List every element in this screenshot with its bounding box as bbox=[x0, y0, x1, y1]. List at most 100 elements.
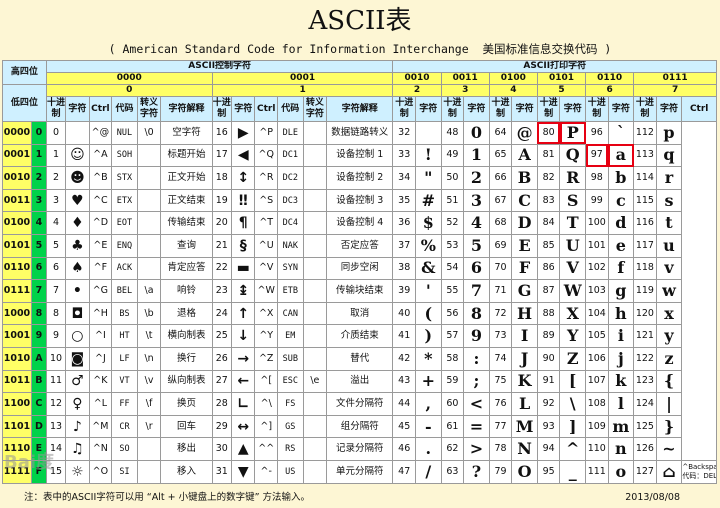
code-cell: RS bbox=[276, 437, 304, 461]
ctrl-key-cell: ^I bbox=[88, 324, 113, 348]
high-nibble-hex: 3 bbox=[440, 84, 490, 97]
decimal-cell: 12 bbox=[45, 392, 67, 416]
char-cell: g bbox=[607, 279, 635, 303]
char-cell: M bbox=[511, 414, 538, 439]
description-cell: 介质结束 bbox=[326, 324, 394, 348]
description-cell: 替代 bbox=[326, 346, 394, 371]
decimal-cell: 31 bbox=[211, 459, 232, 484]
table-row: 0111 7 7 • ^G BEL \a 响铃 23 ↨ ^W ETB 传输块结束 39 ' 55 7 71 G 87… bbox=[2, 279, 717, 303]
description-cell: 文件分隔符 bbox=[326, 392, 394, 416]
column-header-char: 字符 bbox=[463, 96, 490, 122]
table-row: 1101 D 13 ♪ ^M CR \r 回车 29 ↔ ^] GS 组分隔符 45-61 = 77 M 93] 1… bbox=[2, 414, 717, 439]
escape-cell bbox=[302, 121, 328, 145]
code-cell: DC3 bbox=[276, 188, 304, 213]
char-cell: * bbox=[414, 346, 442, 371]
escape-cell bbox=[302, 166, 328, 190]
decimal-cell: 91 bbox=[536, 369, 561, 394]
char-cell: J bbox=[511, 346, 538, 371]
ctrl-key-cell: ^J bbox=[88, 346, 113, 371]
char-cell: Z bbox=[559, 346, 587, 371]
char-cell: B bbox=[511, 166, 538, 190]
column-header-char: 字符 bbox=[655, 96, 683, 122]
char-cell: p bbox=[655, 121, 683, 145]
decimal-cell: 41 bbox=[392, 324, 416, 348]
decimal-cell: 98 bbox=[585, 166, 609, 190]
char-cell: + bbox=[414, 369, 442, 394]
char-cell: → bbox=[230, 346, 256, 371]
description-cell: 设备控制 2 bbox=[326, 166, 394, 190]
char-cell: T bbox=[559, 211, 587, 235]
column-header-decimal: 十进制 bbox=[211, 96, 232, 122]
code-cell: SI bbox=[111, 459, 138, 484]
escape-cell bbox=[302, 256, 328, 281]
char-cell: 7 bbox=[463, 279, 490, 303]
control-chars-header: ASCII控制字符 bbox=[45, 60, 394, 73]
table-row: 0000 0 0 ^@ NUL \0 空字符 16 ▶ ^P DLE 数据链路转义 32 48 0 64 @80… bbox=[2, 121, 717, 461]
char-cell: c bbox=[607, 188, 635, 213]
code-cell: HT bbox=[111, 324, 138, 348]
low-nibble-hex: 9 bbox=[30, 324, 47, 348]
char-cell: w bbox=[655, 279, 683, 303]
decimal-cell: 96 bbox=[585, 121, 609, 145]
decimal-cell: 44 bbox=[392, 392, 416, 416]
char-cell: ⌂ bbox=[655, 459, 683, 484]
char-cell: 6 bbox=[463, 256, 490, 281]
escape-cell bbox=[302, 346, 328, 371]
decimal-cell: 50 bbox=[440, 166, 465, 190]
code-cell: LF bbox=[111, 346, 138, 371]
low-nibble-binary: 0101 bbox=[2, 233, 32, 258]
decimal-cell: 122 bbox=[633, 346, 657, 371]
char-cell: 5 bbox=[463, 233, 490, 258]
decimal-cell: 19 bbox=[211, 188, 232, 213]
code-cell: GS bbox=[276, 414, 304, 439]
char-cell: ! bbox=[414, 143, 442, 168]
low-nibble-binary: 1010 bbox=[2, 346, 32, 371]
char-cell: ♪ bbox=[65, 414, 90, 439]
ctrl-key-cell: ^C bbox=[88, 188, 113, 213]
code-cell: SOH bbox=[111, 143, 138, 168]
char-cell: x bbox=[655, 301, 683, 326]
char-cell: ♠ bbox=[65, 256, 90, 281]
low-nibble-hex: 0 bbox=[30, 121, 47, 145]
ctrl-key-cell: ^A bbox=[88, 143, 113, 168]
decimal-cell: 97 bbox=[585, 143, 609, 168]
decimal-cell: 24 bbox=[211, 301, 232, 326]
high-nibble-binary: 0100 bbox=[488, 72, 538, 85]
ctrl-key-cell: ^P bbox=[254, 121, 278, 145]
decimal-cell: 36 bbox=[392, 211, 416, 235]
description-cell: 回车 bbox=[160, 414, 213, 439]
escape-cell bbox=[302, 188, 328, 213]
description-cell: 溢出 bbox=[326, 369, 394, 394]
description-cell: 退格 bbox=[160, 301, 213, 326]
char-cell: S bbox=[559, 188, 587, 213]
code-cell: FF bbox=[111, 392, 138, 416]
description-cell: 查询 bbox=[160, 233, 213, 258]
table-row: 0110 6 6 ♠ ^F ACK 肯定应答 22 ▬ ^V SYN 同步空闲 38 & 54 6 70 F 86 V… bbox=[2, 256, 717, 281]
table-row: 1000 8 8 ◘ ^H BS \b 退格 24 ↑ ^X CAN 取消 40(56 8 72 H 88 X 104… bbox=[2, 301, 717, 326]
column-header-decimal: 十进制 bbox=[536, 96, 561, 122]
description-cell: 换页 bbox=[160, 392, 213, 416]
corner-top-label: 高四位 bbox=[2, 60, 47, 85]
code-cell: ETB bbox=[276, 279, 304, 303]
decimal-cell: 71 bbox=[488, 279, 513, 303]
escape-cell bbox=[302, 392, 328, 416]
ctrl-key-cell: ^M bbox=[88, 414, 113, 439]
char-cell: b bbox=[607, 166, 635, 190]
char-cell: 8 bbox=[463, 301, 490, 326]
code-cell: STX bbox=[111, 166, 138, 190]
char-cell: m bbox=[607, 414, 635, 439]
decimal-cell: 61 bbox=[440, 414, 465, 439]
char-cell: L bbox=[511, 392, 538, 416]
decimal-cell: 99 bbox=[585, 188, 609, 213]
char-cell: _ bbox=[559, 459, 587, 484]
low-nibble-hex: 4 bbox=[30, 211, 47, 235]
escape-cell bbox=[136, 256, 162, 281]
char-cell: v bbox=[655, 256, 683, 281]
char-cell: § bbox=[230, 233, 256, 258]
escape-cell bbox=[302, 211, 328, 235]
decimal-cell: 90 bbox=[536, 346, 561, 371]
char-cell: ` bbox=[607, 121, 635, 145]
decimal-cell: 52 bbox=[440, 211, 465, 235]
decimal-cell: 32 bbox=[392, 121, 416, 145]
char-cell: j bbox=[607, 346, 635, 371]
